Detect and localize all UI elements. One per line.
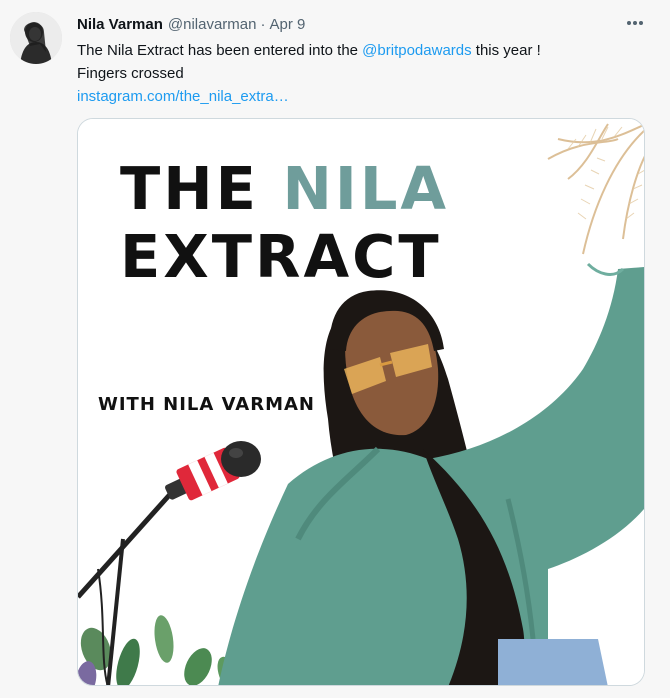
separator-dot: · (260, 15, 266, 33)
cover-title-word-nila: NILA (282, 154, 450, 223)
cover-title-line-2: EXTRACT (120, 222, 442, 291)
author-name[interactable]: Nila Varman (77, 16, 163, 33)
tweet-text: The Nila Extract has been entered into t… (77, 39, 637, 108)
tweet-header: Nila Varman @nilavarman · Apr 9 (77, 14, 305, 34)
avatar-image (10, 12, 62, 64)
cover-subtitle: WITH NILA VARMAN (98, 394, 315, 415)
tweet-date[interactable]: Apr 9 (269, 16, 305, 33)
tweet-text-part: this year ! (471, 42, 541, 59)
author-handle[interactable]: @nilavarman (168, 16, 257, 33)
cover-title-line-1: THE NILA (120, 159, 449, 218)
cover-title-word-the: THE (120, 154, 259, 223)
tweet[interactable]: Nila Varman @nilavarman · Apr 9 The Nila… (0, 0, 670, 698)
tweet-text-line-1: The Nila Extract has been entered into t… (77, 39, 637, 62)
external-link[interactable]: instagram.com/the_nila_extra… (77, 85, 637, 108)
mention-link[interactable]: @britpodawards (362, 42, 471, 59)
more-horizontal-icon (627, 21, 643, 25)
more-options-button[interactable] (622, 12, 648, 34)
tweet-media-image[interactable]: THE NILA EXTRACT WITH NILA VARMAN (77, 118, 645, 686)
tweet-text-part: The Nila Extract has been entered into t… (77, 42, 363, 59)
avatar[interactable] (10, 12, 62, 64)
tweet-text-line-2: Fingers crossed (77, 65, 184, 82)
